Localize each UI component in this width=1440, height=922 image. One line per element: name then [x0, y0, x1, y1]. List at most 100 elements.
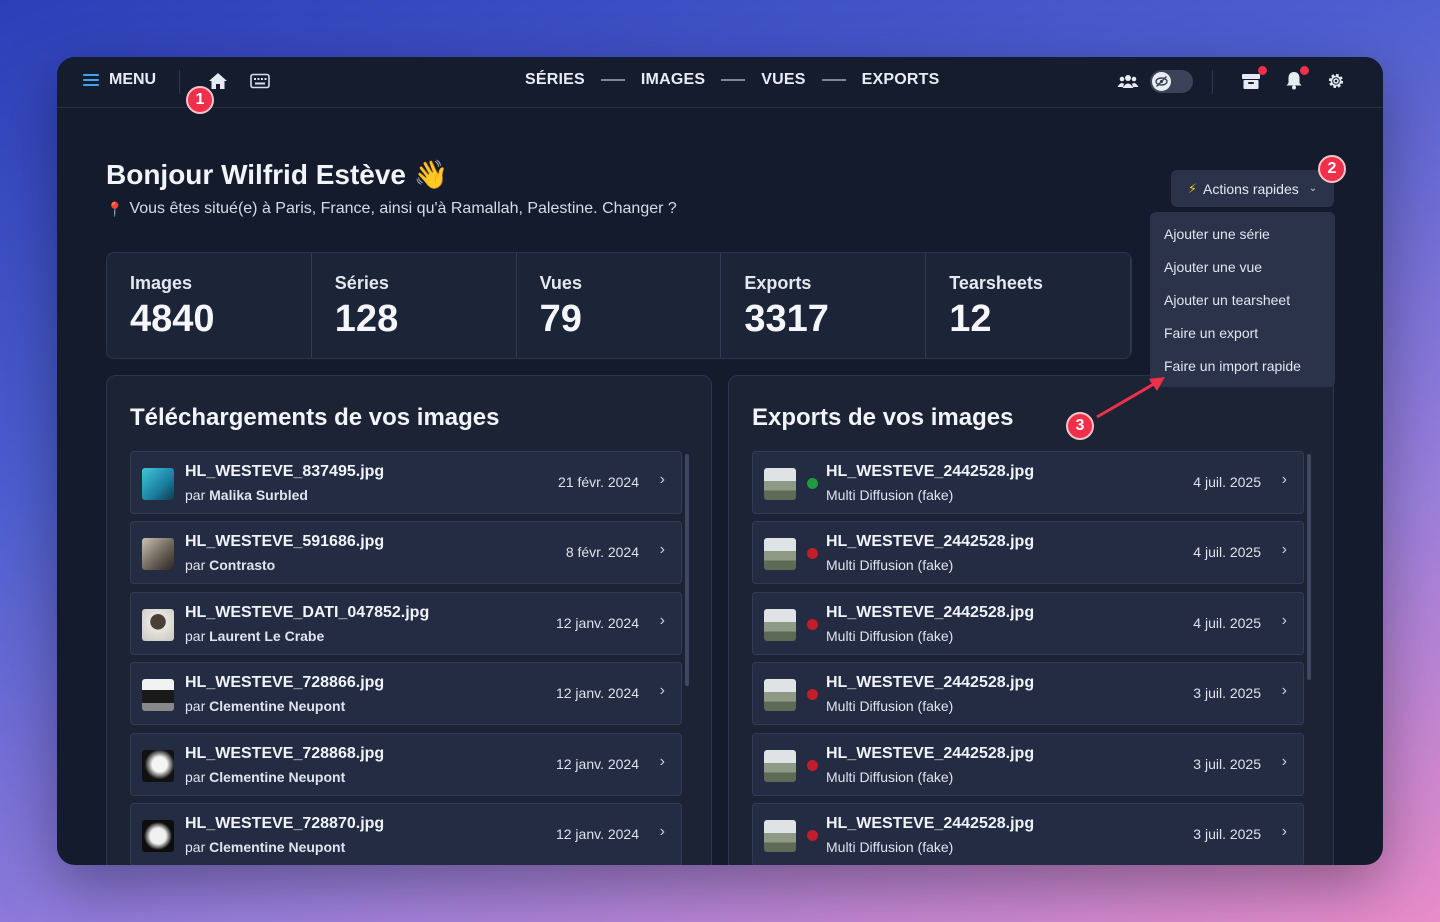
stat-label: Vues [539, 273, 582, 293]
upload-date: 12 janv. 2024 [555, 615, 639, 631]
upload-author-line: par Laurent Le Crabe [185, 628, 324, 644]
stat-images[interactable]: Images 4840 [107, 253, 312, 358]
callout-badge-2: 2 [1318, 155, 1346, 183]
menu-item-add-series[interactable]: Ajouter une série [1150, 222, 1335, 255]
menu-item-quick-import[interactable]: Faire un import rapide [1150, 354, 1335, 387]
keyboard-icon[interactable] [250, 73, 270, 94]
upload-row[interactable]: HL_WESTEVE_728868.jpg par Clementine Neu… [130, 733, 682, 796]
nav-series[interactable]: SÉRIES [525, 71, 585, 89]
export-row[interactable]: HL_WESTEVE_2442528.jpg Multi Diffusion (… [752, 592, 1304, 655]
menu-item-add-view[interactable]: Ajouter une vue [1150, 255, 1335, 288]
chevron-right-icon: › [659, 682, 665, 699]
upload-row[interactable]: HL_WESTEVE_728870.jpg par Clementine Neu… [130, 803, 682, 865]
nav-images[interactable]: IMAGES [641, 71, 705, 89]
upload-row[interactable]: HL_WESTEVE_DATI_047852.jpg par Laurent L… [130, 592, 682, 655]
export-date: 4 juil. 2025 [1193, 615, 1261, 631]
upload-row[interactable]: HL_WESTEVE_728866.jpg par Clementine Neu… [130, 662, 682, 725]
stat-series[interactable]: Séries 128 [312, 253, 517, 358]
status-dot [807, 619, 818, 630]
quick-actions-label: Actions rapides [1203, 180, 1299, 197]
uploads-title: Téléchargements de vos images [130, 404, 500, 431]
export-target: Multi Diffusion (fake) [826, 769, 954, 785]
menu-item-export[interactable]: Faire un export [1150, 321, 1335, 354]
export-target: Multi Diffusion (fake) [826, 557, 954, 573]
stats-bar: Images 4840 Séries 128 Vues 79 Exports 3… [106, 252, 1132, 359]
nav-separator [600, 79, 625, 81]
upload-date: 21 févr. 2024 [558, 474, 639, 490]
privacy-toggle[interactable] [1150, 70, 1193, 93]
image-thumbnail [142, 679, 174, 711]
upload-row[interactable]: HL_WESTEVE_837495.jpg par Malika Surbled… [130, 451, 682, 514]
stat-tearsheets[interactable]: Tearsheets 12 [926, 253, 1131, 358]
upload-filename: HL_WESTEVE_728866.jpg [185, 674, 385, 691]
archive-notification-dot [1258, 66, 1267, 75]
image-thumbnail [764, 679, 796, 711]
gear-icon[interactable] [1326, 71, 1346, 96]
chevron-down-icon: ⌄ [1308, 183, 1318, 194]
divider [1212, 70, 1213, 94]
upload-date: 12 janv. 2024 [555, 685, 639, 701]
stat-exports[interactable]: Exports 3317 [721, 253, 927, 358]
upload-filename: HL_WESTEVE_DATI_047852.jpg [185, 604, 430, 621]
location-text[interactable]: Vous êtes situé(e) à Paris, France, ains… [129, 200, 676, 218]
callout-badge-1: 1 [186, 86, 214, 114]
image-thumbnail [142, 609, 174, 641]
image-thumbnail [764, 609, 796, 641]
uploads-scrollbar[interactable] [685, 454, 689, 686]
upload-author: Clementine Neupont [209, 698, 346, 714]
quick-actions-menu: Ajouter une série Ajouter une vue Ajoute… [1150, 212, 1335, 387]
image-thumbnail [142, 538, 174, 570]
image-thumbnail [142, 820, 174, 852]
chevron-right-icon: › [659, 471, 665, 488]
stat-value: 12 [949, 298, 992, 340]
stat-value: 3317 [744, 298, 829, 340]
export-filename: HL_WESTEVE_2442528.jpg [826, 533, 1035, 550]
stat-label: Tearsheets [949, 273, 1043, 293]
image-thumbnail [764, 468, 796, 500]
bell-icon[interactable] [1285, 71, 1303, 95]
nav-exports[interactable]: EXPORTS [862, 71, 940, 89]
export-date: 3 juil. 2025 [1193, 826, 1261, 842]
users-icon[interactable] [1117, 72, 1139, 95]
hamburger-icon [83, 74, 99, 86]
by-prefix: par [185, 557, 206, 573]
chevron-right-icon: › [1281, 753, 1287, 770]
upload-author-line: par Clementine Neupont [185, 698, 345, 714]
by-prefix: par [185, 628, 206, 644]
quick-actions-button[interactable]: ⚡ Actions rapides ⌄ [1171, 170, 1334, 207]
export-filename: HL_WESTEVE_2442528.jpg [826, 674, 1035, 691]
stat-vues[interactable]: Vues 79 [517, 253, 722, 358]
export-row[interactable]: HL_WESTEVE_2442528.jpg Multi Diffusion (… [752, 803, 1304, 865]
chevron-right-icon: › [659, 823, 665, 840]
stat-value: 79 [539, 298, 582, 340]
upload-filename: HL_WESTEVE_837495.jpg [185, 463, 385, 480]
page-title: Bonjour Wilfrid Estève 👋 [106, 159, 449, 190]
nav-vues[interactable]: VUES [761, 71, 805, 89]
export-row[interactable]: HL_WESTEVE_2442528.jpg Multi Diffusion (… [752, 733, 1304, 796]
export-row[interactable]: HL_WESTEVE_2442528.jpg Multi Diffusion (… [752, 521, 1304, 584]
upload-author: Malika Surbled [209, 487, 308, 503]
export-filename: HL_WESTEVE_2442528.jpg [826, 463, 1035, 480]
map-pin-icon: 📍 [106, 200, 124, 217]
upload-date: 8 févr. 2024 [565, 544, 639, 560]
chevron-right-icon: › [1281, 541, 1287, 558]
export-row[interactable]: HL_WESTEVE_2442528.jpg Multi Diffusion (… [752, 662, 1304, 725]
export-target: Multi Diffusion (fake) [826, 628, 954, 644]
export-target: Multi Diffusion (fake) [826, 487, 954, 503]
archive-icon[interactable] [1241, 72, 1261, 95]
eye-off-icon [1152, 72, 1171, 91]
export-date: 3 juil. 2025 [1193, 756, 1261, 772]
image-thumbnail [142, 468, 174, 500]
upload-author: Laurent Le Crabe [209, 628, 325, 644]
stat-label: Exports [744, 273, 812, 293]
export-row[interactable]: HL_WESTEVE_2442528.jpg Multi Diffusion (… [752, 451, 1304, 514]
upload-author: Contrasto [209, 557, 276, 573]
menu-button[interactable]: MENU [83, 71, 156, 89]
export-date: 4 juil. 2025 [1193, 474, 1261, 490]
export-date: 3 juil. 2025 [1193, 685, 1261, 701]
menu-item-add-tearsheet[interactable]: Ajouter un tearsheet [1150, 288, 1335, 321]
export-date: 4 juil. 2025 [1193, 544, 1261, 560]
upload-author-line: par Malika Surbled [185, 487, 308, 503]
exports-scrollbar[interactable] [1307, 454, 1311, 680]
upload-row[interactable]: HL_WESTEVE_591686.jpg par Contrasto 8 fé… [130, 521, 682, 584]
